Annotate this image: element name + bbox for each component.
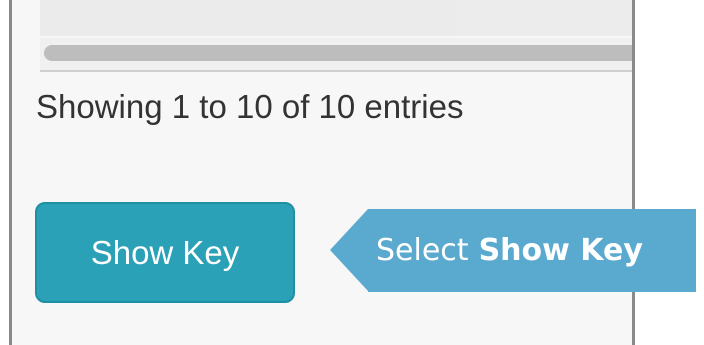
callout-arrow-icon <box>330 209 368 291</box>
table-entries-info: Showing 1 to 10 of 10 entries <box>36 88 464 125</box>
callout-emphasis: Show Key <box>478 233 643 268</box>
table-footer-row <box>40 0 632 36</box>
callout-body: Select Show Key <box>368 209 696 292</box>
table-cell <box>40 0 456 36</box>
instruction-callout: Select Show Key <box>330 209 696 292</box>
scrollbar-thumb[interactable] <box>44 45 632 61</box>
show-key-button[interactable]: Show Key <box>35 202 295 303</box>
app-window: Showing 1 to 10 of 10 entries Show Key <box>9 0 635 345</box>
callout-prefix: Select <box>376 233 469 268</box>
horizontal-scrollbar[interactable] <box>40 38 632 72</box>
